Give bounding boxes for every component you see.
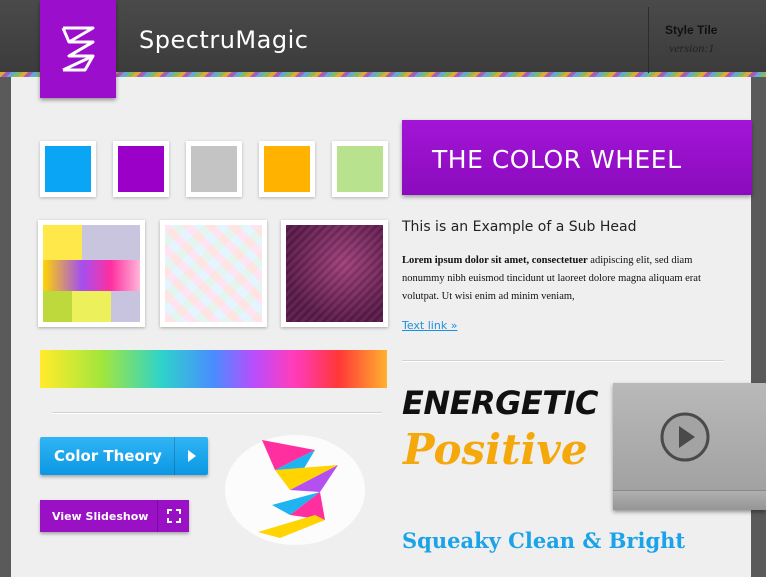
video-player[interactable] — [613, 383, 766, 510]
swatch-blue — [40, 141, 96, 197]
body-bold-text: Lorem ipsum dolor sit amet, consectetuer — [402, 255, 588, 266]
chevron-right-icon — [174, 437, 208, 475]
texture-rainbow-blocks — [38, 220, 145, 327]
text-link[interactable]: Text link » — [402, 319, 457, 332]
app-title: SpectruMagic — [139, 26, 309, 54]
video-control-bar — [613, 490, 766, 510]
style-tile-info: Style Tile version:1 — [648, 7, 766, 73]
color-theory-button-label: Color Theory — [54, 447, 162, 465]
banner-title: THE COLOR WHEEL — [432, 145, 682, 174]
divider — [402, 360, 724, 361]
texture-plum — [281, 220, 388, 327]
color-wheel-banner: THE COLOR WHEEL — [402, 120, 752, 195]
view-slideshow-button-label: View Slideshow — [52, 509, 149, 523]
style-tile-label: Style Tile — [665, 23, 718, 37]
expand-icon — [157, 500, 189, 532]
swatch-gray — [186, 141, 242, 197]
spectrumagic-logo-icon — [61, 26, 95, 72]
style-tile-version: version:1 — [669, 41, 715, 55]
view-slideshow-button[interactable]: View Slideshow — [40, 500, 189, 532]
body-paragraph: Lorem ipsum dolor sit amet, consectetuer… — [402, 252, 737, 306]
swatch-light-green — [332, 141, 388, 197]
texture-pastel-pattern — [160, 220, 267, 327]
positive-heading: Positive — [403, 425, 588, 474]
swatch-orange — [259, 141, 315, 197]
colorful-logo-illustration — [225, 435, 365, 545]
sub-head: This is an Example of a Sub Head — [402, 219, 637, 235]
squeaky-clean-heading: Squeaky Clean & Bright — [402, 528, 686, 553]
swatch-purple — [113, 141, 169, 197]
rainbow-brush-stroke — [40, 350, 387, 388]
divider — [52, 412, 382, 413]
energetic-heading: ENERGETIC — [402, 384, 598, 422]
play-icon[interactable] — [659, 411, 711, 463]
color-theory-button[interactable]: Color Theory — [40, 437, 208, 475]
logo-badge[interactable] — [40, 0, 116, 98]
